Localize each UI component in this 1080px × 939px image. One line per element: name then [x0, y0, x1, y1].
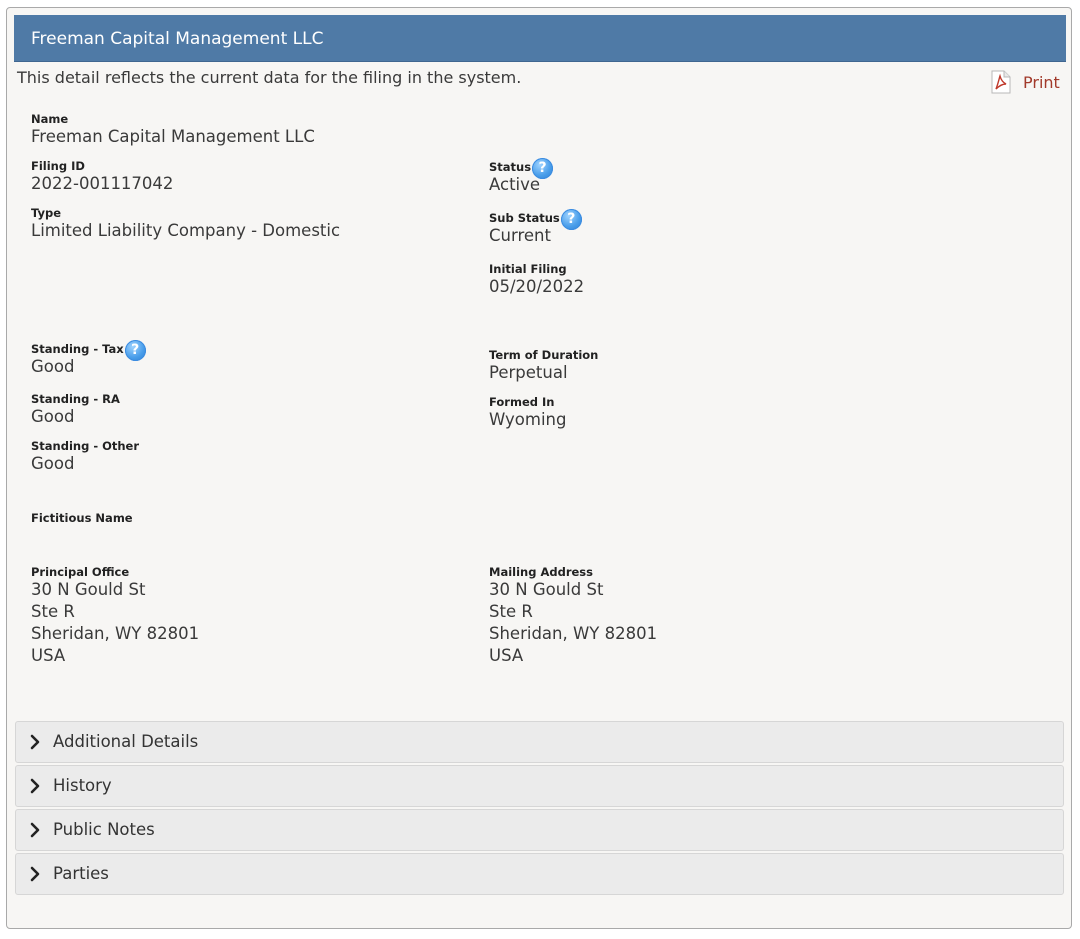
- term-of-duration-value: Perpetual: [489, 363, 568, 382]
- term-of-duration-label: Term of Duration: [489, 348, 599, 362]
- field-filing-id: Filing ID 2022-001117042: [31, 159, 173, 195]
- accordion-public-notes[interactable]: Public Notes: [15, 809, 1064, 851]
- accordion-parties[interactable]: Parties: [15, 853, 1064, 895]
- accordion-label: Additional Details: [53, 732, 199, 751]
- standing-ra-value: Good: [31, 407, 75, 426]
- standing-other-label: Standing - Other: [31, 439, 140, 453]
- formed-in-label: Formed In: [489, 395, 555, 409]
- accordion-history[interactable]: History: [15, 765, 1064, 807]
- field-name: Name Freeman Capital Management LLC: [31, 112, 315, 148]
- standing-tax-value: Good: [31, 357, 75, 376]
- name-value: Freeman Capital Management LLC: [31, 127, 315, 146]
- intro-text: This detail reflects the current data fo…: [17, 68, 522, 87]
- mailing-address-line-2: Ste R: [489, 602, 533, 621]
- mailing-address-line-1: 30 N Gould St: [489, 580, 604, 599]
- field-sub-status: Sub Status ? Current: [489, 209, 582, 247]
- accordion-label: Public Notes: [53, 820, 155, 839]
- pdf-icon: [990, 70, 1012, 94]
- filing-id-label: Filing ID: [31, 159, 85, 173]
- field-standing-other: Standing - Other Good: [31, 439, 139, 475]
- standing-tax-label-row: Standing - Tax ?: [31, 340, 146, 361]
- status-label-row: Status ?: [489, 158, 554, 179]
- chevron-right-icon: [30, 822, 40, 838]
- sub-status-label-row: Sub Status ?: [489, 209, 582, 230]
- principal-office-line-1: 30 N Gould St: [31, 580, 146, 599]
- field-term-of-duration: Term of Duration Perpetual: [489, 348, 598, 384]
- mailing-address-line-4: USA: [489, 646, 524, 665]
- entity-title: Freeman Capital Management LLC: [31, 29, 324, 49]
- principal-office-line-3: Sheridan, WY 82801: [31, 624, 200, 643]
- panel-header: Freeman Capital Management LLC: [14, 15, 1066, 62]
- standing-ra-label: Standing - RA: [31, 392, 120, 406]
- initial-filing-value: 05/20/2022: [489, 277, 585, 296]
- field-status: Status ? Active: [489, 158, 554, 196]
- field-mailing-address: Mailing Address 30 N Gould St Ste R Sher…: [489, 565, 657, 667]
- print-link[interactable]: Print: [990, 70, 1060, 94]
- type-label: Type: [31, 206, 62, 220]
- filing-id-value: 2022-001117042: [31, 174, 174, 193]
- accordion-label: History: [53, 776, 112, 795]
- accordion-additional-details[interactable]: Additional Details: [15, 721, 1064, 763]
- initial-filing-label: Initial Filing: [489, 262, 567, 276]
- principal-office-line-2: Ste R: [31, 602, 75, 621]
- formed-in-value: Wyoming: [489, 410, 567, 429]
- mailing-address-label: Mailing Address: [489, 565, 593, 579]
- principal-office-line-4: USA: [31, 646, 66, 665]
- print-label: Print: [1023, 72, 1060, 92]
- field-type: Type Limited Liability Company - Domesti…: [31, 206, 340, 242]
- name-label: Name: [31, 112, 69, 126]
- fictitious-name-label: Fictitious Name: [31, 511, 133, 525]
- standing-tax-label: Standing - Tax: [31, 342, 124, 356]
- standing-tax-help-icon[interactable]: ?: [124, 340, 146, 361]
- field-standing-tax: Standing - Tax ? Good: [31, 340, 146, 378]
- sub-status-label: Sub Status: [489, 211, 560, 225]
- chevron-right-icon: [30, 734, 40, 750]
- field-fictitious-name: Fictitious Name: [31, 511, 133, 525]
- field-formed-in: Formed In Wyoming: [489, 395, 566, 431]
- sub-status-help-icon[interactable]: ?: [560, 209, 582, 230]
- mailing-address-line-3: Sheridan, WY 82801: [489, 624, 658, 643]
- field-principal-office: Principal Office 30 N Gould St Ste R She…: [31, 565, 199, 667]
- chevron-right-icon: [30, 866, 40, 882]
- type-value: Limited Liability Company - Domestic: [31, 221, 341, 240]
- chevron-right-icon: [30, 778, 40, 794]
- field-standing-ra: Standing - RA Good: [31, 392, 120, 428]
- field-initial-filing: Initial Filing 05/20/2022: [489, 262, 584, 298]
- standing-other-value: Good: [31, 454, 75, 473]
- accordion-label: Parties: [53, 864, 109, 883]
- status-label: Status: [489, 160, 532, 174]
- principal-office-label: Principal Office: [31, 565, 130, 579]
- filing-detail-panel: Freeman Capital Management LLC This deta…: [6, 7, 1072, 929]
